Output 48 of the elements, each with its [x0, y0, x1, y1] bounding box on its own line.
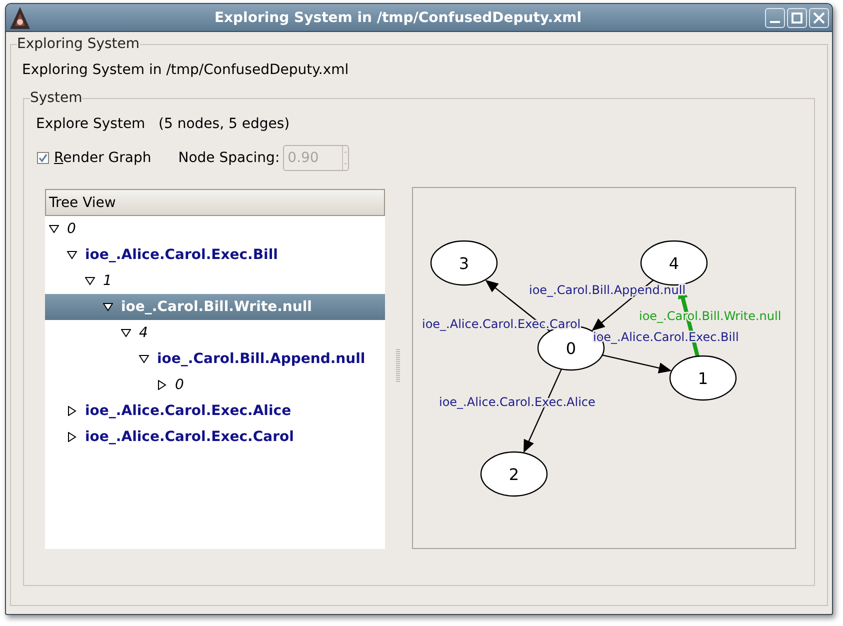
splitter-handle[interactable] [396, 349, 400, 383]
group-title: System [30, 90, 82, 106]
edge-label: ioe_.Alice.Carol.Exec.Carol [85, 429, 294, 445]
tree-row[interactable]: ioe_.Alice.Carol.Exec.Carol [45, 424, 385, 450]
minimize-icon [770, 20, 780, 22]
expanded-triangle-icon[interactable] [67, 250, 77, 260]
graph-node: 4 [640, 240, 708, 286]
maximize-icon [791, 12, 803, 24]
column-header[interactable]: Tree View [45, 189, 385, 216]
render-graph-checkbox[interactable]: Render Graph [37, 150, 152, 166]
edge-label: ioe_.Alice.Carol.Exec.Bill [85, 247, 278, 263]
selected-tree-row[interactable]: ioe_.Carol.Bill.Write.null [45, 294, 385, 320]
node-label: 4 [139, 325, 148, 341]
expanded-triangle-icon[interactable] [85, 276, 95, 286]
window-title: Exploring System in /tmp/ConfusedDeputy.xml [213, 10, 583, 26]
checkbox-icon[interactable] [37, 152, 49, 164]
group-title: Exploring System [17, 36, 140, 52]
collapsed-triangle-icon[interactable] [67, 432, 77, 442]
triangle-logo-icon [9, 6, 31, 30]
tree-row[interactable]: ioe_.Alice.Carol.Exec.Alice [45, 398, 385, 424]
heading-text: Exploring System in /tmp/ConfusedDeputy.xml [22, 62, 350, 78]
field-label: Node Spacing: [178, 150, 280, 166]
summary-text: Explore System (5 nodes, 5 edges) [36, 116, 291, 132]
tree-row[interactable]: 0 [45, 216, 385, 242]
tree-row[interactable]: 4 [45, 320, 385, 346]
expanded-triangle-icon[interactable] [49, 224, 59, 234]
node-label: 0 [175, 377, 184, 393]
close-button[interactable] [809, 8, 829, 28]
graph-node: 2 [480, 451, 548, 497]
edge-label: ioe_.Alice.Carol.Exec.Alice [85, 403, 292, 419]
node-label: 1 [103, 273, 112, 289]
graph-node: 1 [669, 355, 737, 401]
close-icon [813, 12, 825, 24]
tree-row[interactable]: 0 [45, 372, 385, 398]
graph-node: 3 [430, 240, 498, 286]
collapsed-triangle-icon[interactable] [67, 406, 77, 416]
expanded-triangle-icon[interactable] [121, 328, 131, 338]
minimize-button[interactable] [765, 8, 785, 28]
edge-label: ioe_.Carol.Bill.Append.null [157, 351, 366, 367]
collapsed-triangle-icon[interactable] [157, 380, 167, 390]
expanded-triangle-icon[interactable] [103, 302, 113, 312]
tree-row[interactable]: 1 [45, 268, 385, 294]
tree-row[interactable]: ioe_.Carol.Bill.Append.null [45, 346, 385, 372]
maximize-button[interactable] [787, 8, 807, 28]
edge-label: ioe_.Carol.Bill.Write.null [121, 299, 312, 315]
tree-row[interactable]: ioe_.Alice.Carol.Exec.Bill [45, 242, 385, 268]
node-label: 0 [67, 221, 76, 237]
expanded-triangle-icon[interactable] [139, 354, 149, 364]
